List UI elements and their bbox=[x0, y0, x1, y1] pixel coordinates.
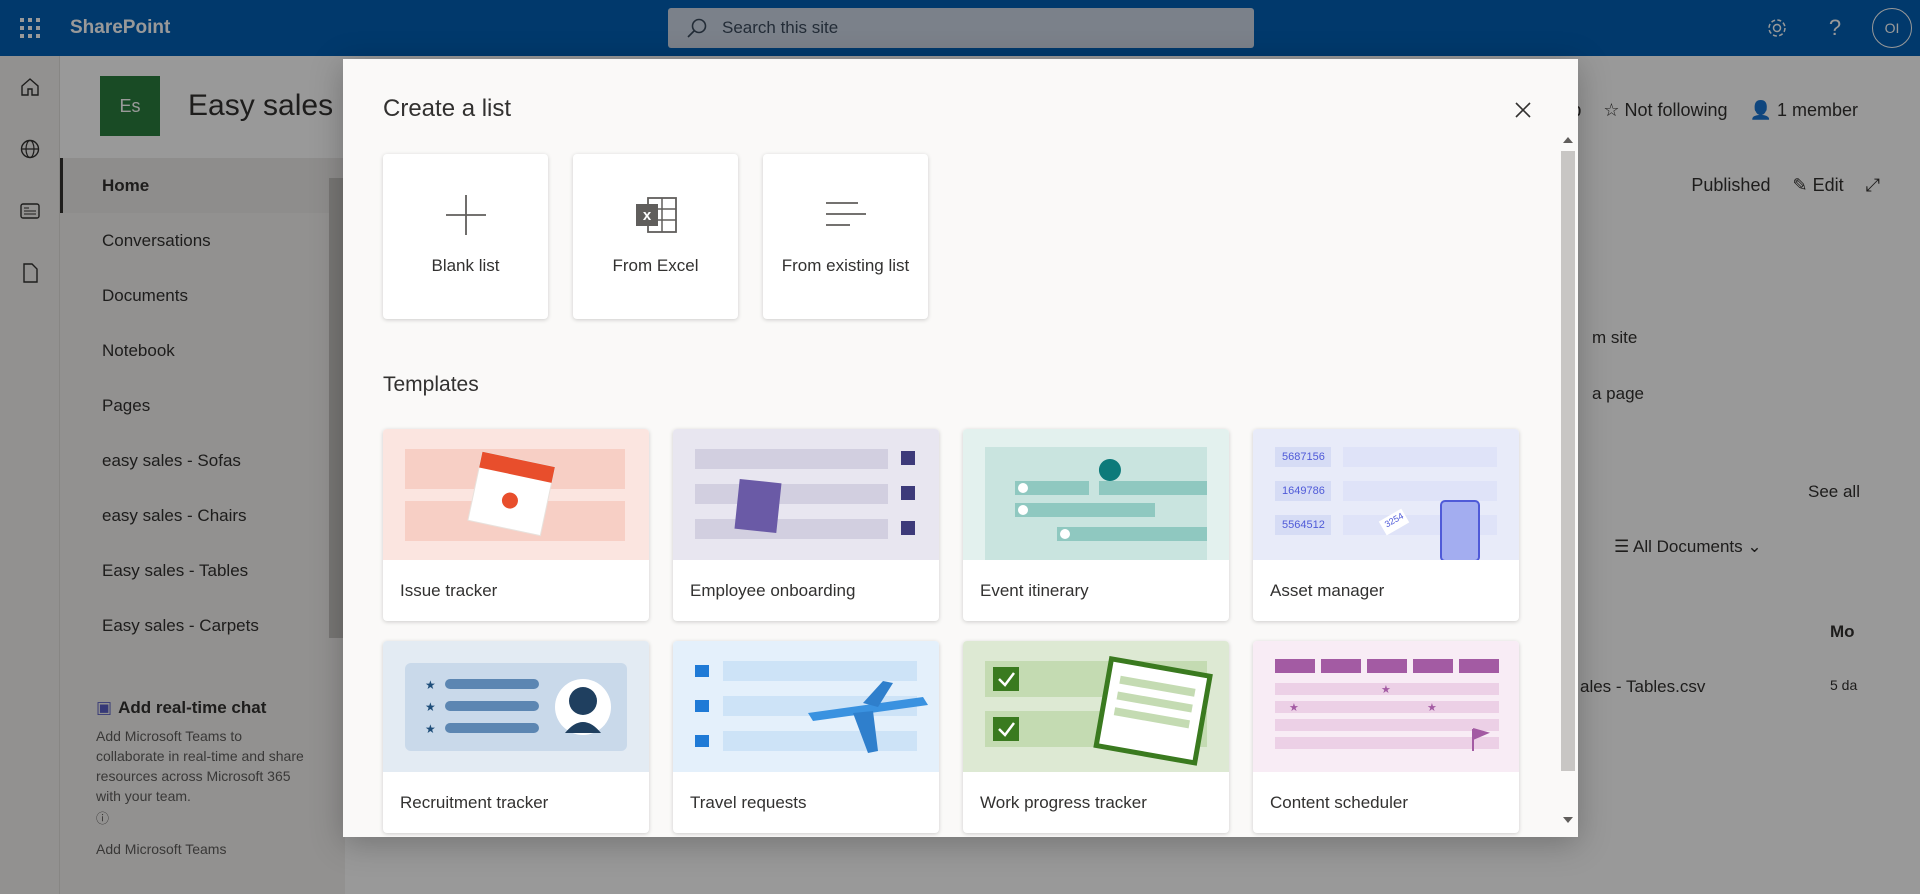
asset-number-3: 5564512 bbox=[1282, 519, 1325, 531]
template-content-scheduler[interactable]: ★ ★ ★ Content scheduler bbox=[1253, 641, 1519, 833]
plus-icon bbox=[445, 195, 486, 235]
from-existing-list-label: From existing list bbox=[781, 256, 910, 275]
asset-manager-label: Asset manager bbox=[1270, 580, 1385, 600]
from-excel-card[interactable]: x From Excel bbox=[573, 154, 738, 319]
template-travel-requests[interactable]: Travel requests bbox=[673, 641, 939, 833]
scroll-thumb[interactable] bbox=[1561, 151, 1575, 771]
employee-onboarding-illustration bbox=[673, 429, 939, 560]
svg-text:★: ★ bbox=[425, 700, 436, 714]
template-employee-onboarding[interactable]: Employee onboarding bbox=[673, 429, 939, 621]
templates-grid: Issue tracker Employee onboarding Event … bbox=[383, 429, 1519, 833]
recruitment-tracker-illustration: ★ ★ ★ bbox=[383, 641, 649, 772]
employee-onboarding-label: Employee onboarding bbox=[690, 580, 856, 600]
issue-tracker-label: Issue tracker bbox=[400, 580, 498, 600]
issue-tracker-illustration bbox=[383, 429, 649, 560]
asset-number-2: 1649786 bbox=[1282, 485, 1325, 497]
event-itinerary-label: Event itinerary bbox=[980, 580, 1089, 600]
create-list-dialog: Create a list Blank list x From Excel Fr… bbox=[343, 59, 1578, 837]
work-progress-tracker-label: Work progress tracker bbox=[980, 792, 1147, 812]
template-asset-manager[interactable]: 5687156 1649786 5564512 3254 Asset manag… bbox=[1253, 429, 1519, 621]
asset-manager-illustration: 5687156 1649786 5564512 3254 bbox=[1253, 429, 1519, 560]
close-icon bbox=[1515, 102, 1531, 118]
svg-text:★: ★ bbox=[1427, 701, 1437, 714]
content-scheduler-illustration: ★ ★ ★ bbox=[1253, 641, 1519, 772]
blank-list-card[interactable]: Blank list bbox=[383, 154, 548, 319]
dialog-title: Create a list bbox=[383, 95, 512, 122]
blank-list-label: Blank list bbox=[431, 256, 500, 275]
template-recruitment-tracker[interactable]: ★ ★ ★ Recruitment tracker bbox=[383, 641, 649, 833]
scroll-down-icon[interactable] bbox=[1563, 817, 1573, 823]
create-options: Blank list x From Excel From existing li… bbox=[383, 154, 928, 319]
template-issue-tracker[interactable]: Issue tracker bbox=[383, 429, 649, 621]
excel-icon: x bbox=[635, 197, 677, 233]
svg-text:★: ★ bbox=[425, 722, 436, 736]
svg-text:★: ★ bbox=[425, 678, 436, 692]
content-scheduler-label: Content scheduler bbox=[1270, 792, 1408, 812]
scroll-up-icon[interactable] bbox=[1563, 137, 1573, 143]
from-excel-label: From Excel bbox=[612, 256, 699, 275]
svg-text:★: ★ bbox=[1289, 701, 1299, 714]
svg-text:x: x bbox=[642, 207, 651, 224]
asset-number-1: 5687156 bbox=[1282, 451, 1325, 463]
from-existing-list-card[interactable]: From existing list bbox=[763, 154, 928, 319]
travel-requests-illustration bbox=[673, 641, 939, 772]
svg-text:★: ★ bbox=[1381, 683, 1391, 696]
dialog-scrollbar[interactable] bbox=[1558, 135, 1578, 825]
event-itinerary-illustration bbox=[963, 429, 1229, 560]
template-work-progress-tracker[interactable]: Work progress tracker bbox=[963, 641, 1229, 833]
recruitment-tracker-label: Recruitment tracker bbox=[400, 792, 549, 812]
work-progress-illustration bbox=[963, 641, 1229, 772]
lines-icon bbox=[825, 202, 866, 226]
travel-requests-label: Travel requests bbox=[690, 792, 807, 812]
close-button[interactable] bbox=[1508, 95, 1538, 125]
templates-heading: Templates bbox=[383, 373, 479, 396]
template-event-itinerary[interactable]: Event itinerary bbox=[963, 429, 1229, 621]
